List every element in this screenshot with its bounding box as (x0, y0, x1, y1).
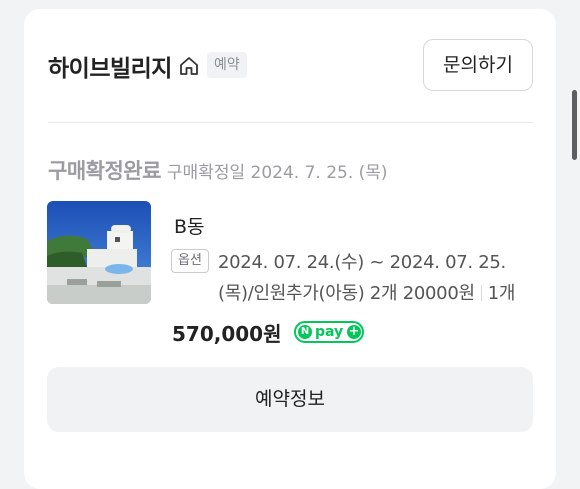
divider (48, 122, 533, 123)
order-status: 구매확정완료 (48, 159, 161, 183)
quantity: 1개 (487, 283, 516, 304)
confirm-date: 구매확정일 2024. 7. 25. (목) (166, 163, 388, 183)
inquiry-button[interactable]: 문의하기 (423, 39, 533, 91)
home-icon[interactable] (178, 55, 200, 77)
reservation-tag: 예약 (207, 52, 247, 78)
scrollbar[interactable] (572, 90, 577, 160)
order-status-row: 구매확정완료 구매확정일 2024. 7. 25. (목) (48, 155, 388, 185)
npay-label: pay (315, 324, 344, 340)
plus-icon: + (347, 324, 361, 339)
product-image (47, 201, 151, 304)
product-thumbnail[interactable] (47, 201, 151, 304)
option-text: 2024. 07. 24.(수) ~ 2024. 07. 25.(목)/인원추가… (218, 252, 506, 304)
store-header: 하이브빌리지 예약 문의하기 (24, 9, 556, 122)
quantity-separator (480, 285, 482, 301)
npay-plus-badge: N pay + (294, 321, 364, 343)
option-badge: 옵션 (171, 249, 209, 273)
product-name[interactable]: B동 (174, 212, 205, 239)
store-name[interactable]: 하이브빌리지 (48, 49, 172, 83)
price: 570,000원 (172, 322, 282, 346)
booking-info-button[interactable]: 예약정보 (47, 367, 533, 432)
order-card: 하이브빌리지 예약 문의하기 구매확정완료 구매확정일 2024. 7. 25. … (24, 9, 556, 489)
option-details: 2024. 07. 24.(수) ~ 2024. 07. 25.(목)/인원추가… (218, 247, 538, 309)
naver-n-icon: N (298, 325, 312, 339)
